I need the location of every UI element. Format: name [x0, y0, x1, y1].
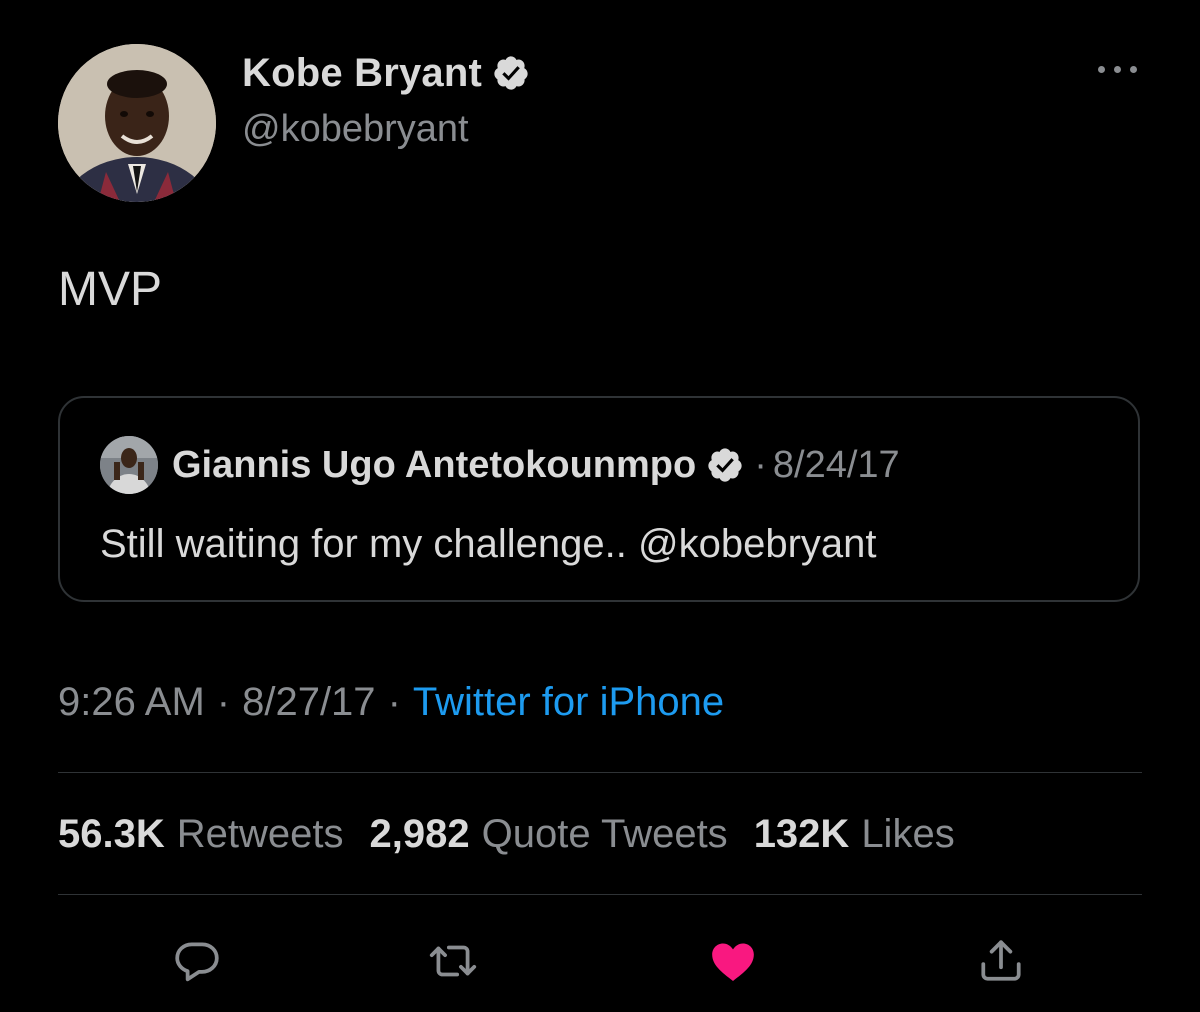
more-dot — [1114, 66, 1121, 73]
meta-separator: · — [216, 680, 231, 724]
quote-tweets-count: 2,982 — [369, 812, 470, 856]
divider — [58, 894, 1142, 895]
retweets-count: 56.3K — [58, 812, 165, 856]
share-button[interactable] — [976, 936, 1026, 986]
divider — [58, 772, 1142, 773]
tweet-text: MVP — [58, 263, 163, 316]
likes-label: Likes — [861, 812, 955, 856]
author-name-row[interactable]: Kobe Bryant — [242, 50, 530, 96]
share-icon — [981, 940, 1021, 981]
likes-stat[interactable]: 132K Likes — [754, 812, 955, 857]
quoted-tweet-card[interactable]: Giannis Ugo Antetokounmpo · 8/24/17 Stil… — [58, 396, 1140, 602]
avatar-photo — [58, 44, 216, 202]
reply-icon — [175, 942, 219, 982]
quote-tweets-label: Quote Tweets — [481, 812, 728, 856]
author-display-name[interactable]: Kobe Bryant — [242, 51, 482, 96]
quoted-header: Giannis Ugo Antetokounmpo · 8/24/17 — [172, 440, 900, 490]
tweet-meta: 9:26 AM · 8/27/17 · Twitter for iPhone — [58, 680, 724, 725]
verified-badge-icon — [494, 56, 528, 90]
retweets-label: Retweets — [176, 812, 344, 856]
tweet-source-link[interactable]: Twitter for iPhone — [413, 680, 724, 725]
likes-count: 132K — [753, 812, 850, 856]
quoted-text: Still waiting for my challenge.. @kobebr… — [100, 522, 877, 566]
meta-separator: · — [387, 680, 401, 724]
retweets-stat[interactable]: 56.3K Retweets — [58, 812, 344, 857]
heart-icon — [712, 943, 754, 981]
author-handle[interactable]: @kobebryant — [242, 108, 469, 151]
like-button[interactable] — [708, 936, 758, 986]
retweet-button[interactable] — [428, 936, 478, 986]
quoted-date[interactable]: 8/24/17 — [773, 444, 900, 487]
quote-tweets-stat[interactable]: 2,982 Quote Tweets — [370, 812, 728, 857]
tweet: Kobe Bryant @kobebryant MVP Giannis Ugo … — [0, 0, 1200, 1012]
more-dot — [1098, 66, 1105, 73]
engagement-stats: 56.3K Retweets 2,982 Quote Tweets 132K L… — [58, 812, 981, 857]
tweet-time[interactable]: 9:26 AM — [58, 680, 205, 725]
more-options-icon[interactable] — [1094, 56, 1140, 84]
verified-badge-icon — [708, 448, 742, 482]
reply-button[interactable] — [172, 936, 222, 986]
quoted-avatar-photo — [100, 436, 158, 494]
quoted-author-avatar[interactable] — [100, 436, 158, 494]
more-dot — [1130, 66, 1137, 73]
author-avatar[interactable] — [58, 44, 216, 202]
retweet-icon — [429, 945, 477, 977]
tweet-date[interactable]: 8/27/17 — [242, 680, 375, 725]
quoted-display-name[interactable]: Giannis Ugo Antetokounmpo — [172, 444, 696, 487]
quoted-separator: · — [754, 443, 767, 486]
